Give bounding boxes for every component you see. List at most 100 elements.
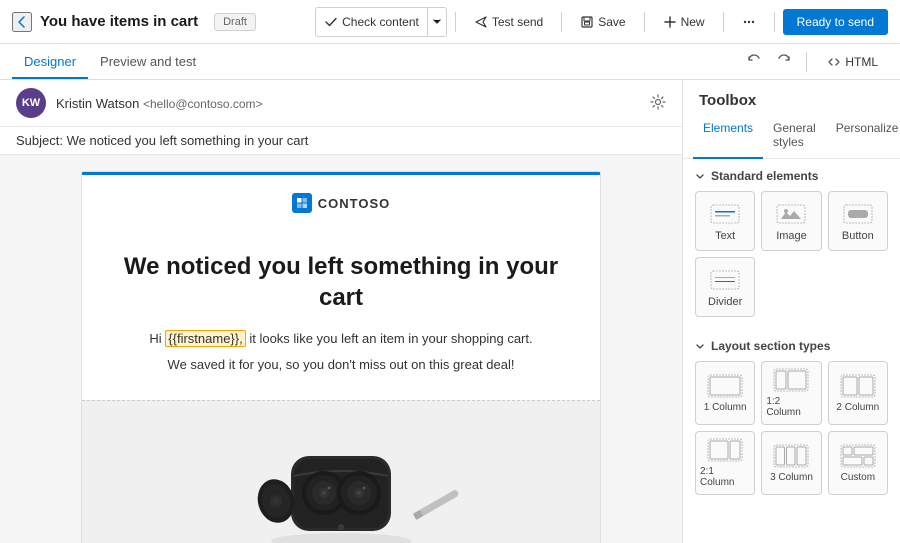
save-button[interactable]: Save: [570, 10, 635, 34]
check-content-button[interactable]: Check content: [316, 8, 427, 36]
tool-12-column[interactable]: 1:2 Column: [761, 361, 821, 425]
tool-21-column[interactable]: 2:1 Column: [695, 431, 755, 495]
send-icon: [474, 15, 488, 29]
contoso-logo-text: CONTOSO: [318, 196, 391, 211]
undo-button[interactable]: [742, 48, 766, 75]
gear-icon: [650, 94, 666, 110]
image-label: Image: [776, 230, 807, 242]
body-before: Hi: [149, 331, 165, 346]
email-product-image: [82, 400, 600, 543]
main-area: KW Kristin Watson <hello@contoso.com> Su…: [0, 80, 900, 543]
earbuds-illustration: [181, 401, 501, 543]
toolbox-tab-general-styles[interactable]: General styles: [763, 113, 826, 159]
divider2: [561, 12, 562, 32]
divider-tool-icon: [709, 268, 741, 292]
tool-custom[interactable]: Custom: [828, 431, 888, 495]
subject-bar: Subject: We noticed you left something i…: [0, 127, 682, 155]
tool-2-column[interactable]: 2 Column: [828, 361, 888, 425]
sender-email: <hello@contoso.com>: [143, 97, 263, 111]
12-column-label: 1:2 Column: [766, 396, 816, 418]
standard-elements-label: Standard elements: [711, 169, 818, 183]
logo-icon: [292, 193, 312, 213]
top-bar-actions: Check content Test send Save: [315, 7, 888, 37]
divider-label: Divider: [708, 296, 742, 308]
draft-badge: Draft: [214, 13, 256, 31]
code-icon: [827, 55, 841, 69]
toolbox-tab-personalize[interactable]: Personalize: [826, 113, 900, 159]
subject-text: Subject: We noticed you left something i…: [16, 133, 308, 148]
email-body-text: Hi {{firstname}}, it looks like you left…: [122, 329, 560, 349]
more-button[interactable]: [732, 10, 766, 34]
sub-nav: Designer Preview and test HTML: [0, 44, 900, 80]
ready-to-send-button[interactable]: Ready to send: [783, 9, 888, 35]
firstname-tag: {{firstname}},: [165, 330, 245, 347]
test-send-button[interactable]: Test send: [464, 10, 553, 34]
2-column-label: 2 Column: [836, 402, 879, 413]
email-body: We noticed you left something in your ca…: [82, 231, 600, 400]
email-meta-info: Kristin Watson <hello@contoso.com>: [56, 96, 640, 111]
check-content-chevron[interactable]: [427, 8, 446, 36]
html-button[interactable]: HTML: [817, 50, 888, 74]
new-button[interactable]: New: [653, 10, 715, 34]
redo-icon: [776, 52, 792, 68]
subnav-divider: [806, 52, 807, 72]
collapse-icon-2: [695, 341, 705, 351]
layout-section-header[interactable]: Layout section types: [695, 339, 888, 353]
toolbox-tab-elements[interactable]: Elements: [693, 113, 763, 159]
divider: [455, 12, 456, 32]
tool-3-column[interactable]: 3 Column: [761, 431, 821, 495]
text-label: Text: [715, 230, 735, 242]
2-column-icon: [840, 374, 876, 398]
21-column-icon: [707, 438, 743, 462]
body-after: it looks like you left an item in your s…: [246, 331, 533, 346]
tool-button[interactable]: Button: [828, 191, 888, 251]
21-column-label: 2:1 Column: [700, 466, 750, 488]
tab-designer[interactable]: Designer: [12, 46, 88, 79]
standard-elements-header[interactable]: Standard elements: [695, 169, 888, 183]
button-icon: [843, 204, 873, 224]
undo-icon: [746, 52, 762, 68]
email-settings-button[interactable]: [650, 94, 666, 113]
tool-1-column[interactable]: 1 Column: [695, 361, 755, 425]
divider3: [644, 12, 645, 32]
standard-elements-section: Standard elements Text: [683, 159, 900, 329]
layout-section-label: Layout section types: [711, 339, 830, 353]
toolbox-title: Toolbox: [683, 80, 900, 113]
contoso-logo: CONTOSO: [102, 193, 580, 213]
email-meta: KW Kristin Watson <hello@contoso.com>: [0, 80, 682, 127]
collapse-icon: [695, 171, 705, 181]
email-content: CONTOSO We noticed you left something in…: [81, 171, 601, 543]
tool-divider[interactable]: Divider: [695, 257, 755, 317]
image-tool-icon: [775, 202, 807, 226]
divider4: [723, 12, 724, 32]
1-column-label: 1 Column: [704, 402, 747, 413]
standard-elements-grid: Text Image: [695, 191, 888, 317]
chevron-down-icon: [432, 16, 442, 26]
back-button[interactable]: [12, 12, 32, 32]
tool-text[interactable]: Text: [695, 191, 755, 251]
button-label: Button: [842, 230, 874, 242]
email-canvas[interactable]: CONTOSO We noticed you left something in…: [0, 155, 682, 543]
email-body-text-2: We saved it for you, so you don't miss o…: [122, 355, 560, 375]
editor-area: KW Kristin Watson <hello@contoso.com> Su…: [0, 80, 682, 543]
check-content-group: Check content: [315, 7, 447, 37]
12-column-icon: [773, 368, 809, 392]
text-tool-icon: [709, 202, 741, 226]
custom-label: Custom: [841, 472, 875, 483]
email-headline: We noticed you left something in your ca…: [122, 251, 560, 313]
product-img-inner: [82, 401, 600, 543]
1-column-icon: [707, 374, 743, 398]
divider-icon: [710, 270, 740, 290]
tool-image[interactable]: Image: [761, 191, 821, 251]
image-icon: [776, 204, 806, 224]
plus-icon: [663, 15, 677, 29]
toolbox: Toolbox Elements General styles Personal…: [682, 80, 900, 543]
toolbox-tabs: Elements General styles Personalize: [683, 113, 900, 159]
button-tool-icon: [842, 202, 874, 226]
tab-preview-and-test[interactable]: Preview and test: [88, 46, 208, 79]
more-icon: [742, 15, 756, 29]
3-column-icon: [773, 444, 809, 468]
sub-nav-right: HTML: [742, 48, 888, 75]
redo-button[interactable]: [772, 48, 796, 75]
email-header: CONTOSO: [82, 172, 600, 231]
